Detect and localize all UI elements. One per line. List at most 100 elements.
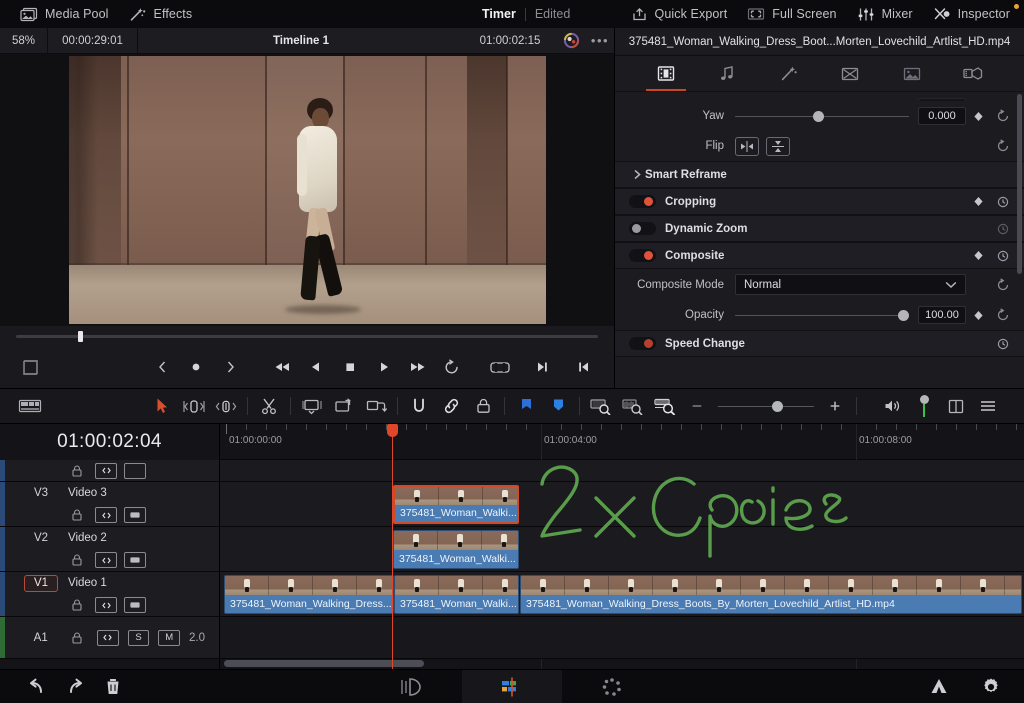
dynamic-zoom-section[interactable]: Dynamic Zoom [615,215,1024,242]
opacity-keyframe-icon[interactable] [966,310,990,321]
opacity-reset-icon[interactable] [990,308,1016,322]
composite-mode-select[interactable]: Normal [735,274,966,295]
effects-button[interactable]: Effects [119,0,203,28]
auto-select-icon[interactable] [97,629,119,646]
cropping-keyframe-icon[interactable] [966,196,990,207]
speed-change-reset-icon[interactable] [990,337,1016,351]
timeline-lane-v1[interactable]: 375481_Woman_Walking_Dress... 375481_Wom… [220,572,1024,617]
inspector-tab-image[interactable] [891,57,933,91]
edit-page-button[interactable] [462,669,562,703]
prev-keyframe-icon[interactable] [146,352,178,382]
playhead-handle[interactable] [387,424,398,437]
viewer-current-timecode[interactable]: 01:00:02:15 [464,28,556,54]
flip-reset-icon[interactable] [990,139,1016,153]
zoom-in-button[interactable] [819,391,851,421]
solo-button[interactable]: S [127,629,150,646]
viewer-zoom-level[interactable]: 58% [0,27,48,54]
composite-section[interactable]: Composite [615,242,1024,269]
quick-export-button[interactable]: Quick Export [621,0,738,28]
flip-vertical-icon[interactable] [766,136,790,156]
skip-to-end-icon[interactable] [402,352,434,382]
zoom-custom-icon[interactable] [649,391,681,421]
cut-page-button[interactable] [362,670,462,703]
mute-button[interactable]: M [158,629,180,646]
track-name-v3[interactable]: Video 3 [68,487,107,499]
fit-screen-icon[interactable] [484,352,516,382]
inspector-scrollbar[interactable] [1017,94,1022,274]
lock-icon[interactable] [66,507,88,523]
viewer-scrubber[interactable] [0,326,614,346]
speaker-icon[interactable] [876,391,908,421]
table-row[interactable]: 375481_Woman_Walking_Dress... [224,575,394,614]
inspector-tab-effects[interactable] [768,57,810,91]
composite-mode-reset-icon[interactable] [990,277,1016,292]
trash-icon[interactable] [98,673,128,701]
cropping-reset-icon[interactable] [990,195,1016,209]
razor-blade-icon[interactable] [253,391,285,421]
timeline-zoom-slider[interactable] [718,396,814,416]
cropping-toggle[interactable] [629,195,656,208]
lock-icon[interactable] [66,630,88,646]
full-screen-button[interactable]: Full Screen [737,0,846,28]
track-id-v2[interactable]: V2 [24,532,58,544]
video-enable-icon[interactable] [124,462,146,479]
opacity-value[interactable]: 100.00 [918,306,966,324]
crop-icon[interactable] [14,352,46,382]
track-id-v1[interactable]: V1 [24,574,58,592]
timeline-lane-partial[interactable] [220,460,1024,482]
audio-level-meter[interactable] [908,391,940,421]
yaw-reset-icon[interactable] [990,109,1016,123]
mixer-button[interactable]: Mixer [847,0,923,28]
track-id-v3[interactable]: V3 [24,487,58,499]
table-row[interactable]: 375481_Woman_Walki... [393,485,519,524]
zoom-detail-icon[interactable] [617,391,649,421]
table-row[interactable]: 375481_Woman_Walki... [393,530,519,569]
track-id-a1[interactable]: A1 [24,632,57,644]
next-keyframe-icon[interactable] [214,352,246,382]
link-icon[interactable] [435,391,467,421]
timeline-canvas[interactable]: 01:00:00:00 01:00:04:00 01:00:08:00 3754… [220,424,1024,669]
yaw-slider[interactable] [735,108,909,124]
lock-icon[interactable] [66,597,88,613]
marker-icon[interactable] [542,391,574,421]
viewer-duration-timecode[interactable]: 00:00:29:01 [48,27,138,54]
auto-select-icon[interactable] [95,462,117,479]
dynamic-zoom-toggle[interactable] [629,222,656,235]
yaw-keyframe-icon[interactable] [966,111,990,122]
timeline-lane-v2[interactable]: 375481_Woman_Walki... [220,527,1024,572]
lock-icon[interactable] [66,552,88,568]
trim-edit-tool[interactable] [178,391,210,421]
skip-to-start-icon[interactable] [266,352,298,382]
timeline-ruler[interactable]: 01:00:00:00 01:00:04:00 01:00:08:00 [220,424,1024,669]
play-icon[interactable] [368,352,400,382]
video-enable-icon[interactable] [124,597,146,613]
undo-icon[interactable] [22,673,52,701]
snapping-magnet-icon[interactable] [403,391,435,421]
dynamic-trim-tool[interactable] [210,391,242,421]
audio-channels-label[interactable]: 2.0 [189,632,219,644]
record-icon[interactable] [180,352,212,382]
play-reverse-icon[interactable] [300,352,332,382]
mark-out-icon[interactable] [526,352,558,382]
viewer-options-button[interactable]: ••• [586,28,614,54]
loop-icon[interactable] [436,352,468,382]
gear-icon[interactable] [976,673,1006,701]
split-view-icon[interactable] [940,391,972,421]
video-enable-icon[interactable] [124,552,146,568]
zoom-fit-icon[interactable] [585,391,617,421]
speed-change-section[interactable]: Speed Change [615,330,1024,357]
stop-icon[interactable] [334,352,366,382]
inspector-tab-transition[interactable] [829,57,871,91]
media-pool-button[interactable]: Media Pool [10,0,119,28]
track-name-v2[interactable]: Video 2 [68,532,107,544]
timeline-horizontal-scrollbar[interactable] [222,660,1016,667]
composite-toggle[interactable] [629,249,656,262]
composite-reset-icon[interactable] [990,249,1016,263]
inspector-tab-audio[interactable] [706,57,748,91]
timeline-timecode[interactable]: 01:00:02:04 [0,424,219,460]
replace-clip-icon[interactable] [360,391,392,421]
speed-change-toggle[interactable] [629,337,656,350]
auto-select-icon[interactable] [95,597,117,613]
lock-icon[interactable] [66,463,88,479]
inspector-button[interactable]: Inspector [923,0,1020,28]
